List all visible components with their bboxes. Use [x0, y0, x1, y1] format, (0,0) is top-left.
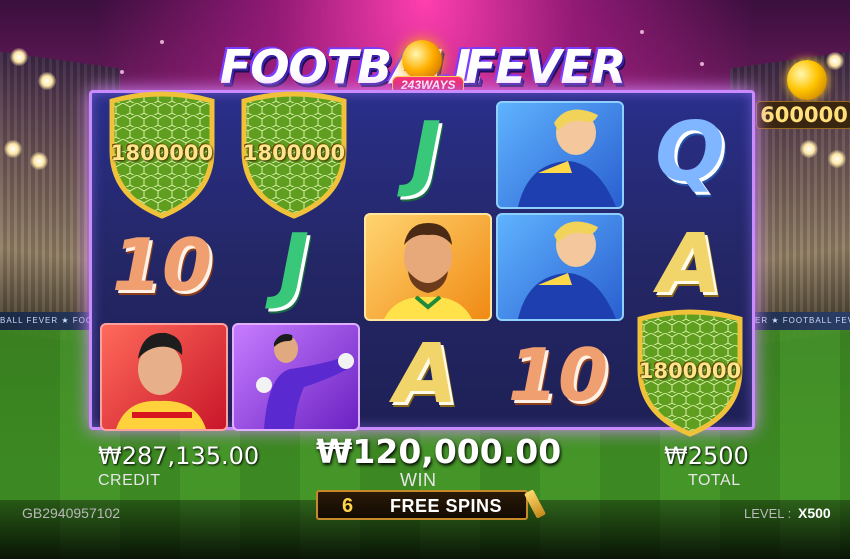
session-id: GB2940957102 — [22, 505, 121, 521]
free-spins-label: FREE SPINS — [390, 496, 503, 516]
stadium-light — [826, 52, 844, 70]
reel-cell-player-orange — [360, 209, 492, 321]
logo-word-fever: FEVER — [465, 40, 626, 94]
reel-cell-j: J — [228, 209, 360, 321]
shield-value: 1800000 — [638, 359, 742, 383]
free-spins-count: 6 — [342, 495, 354, 517]
reel-cell-player-purple — [228, 319, 360, 431]
reel-cell-j: J — [360, 97, 492, 209]
symbol-a: A — [394, 327, 458, 422]
reel-cell-player-red — [96, 319, 228, 431]
reel-cell-q: Q — [624, 97, 756, 209]
player-blue-icon — [518, 221, 616, 319]
total-bet-value[interactable]: ₩2500 — [664, 442, 749, 470]
player-blue-icon — [518, 109, 616, 207]
goalkeeper-icon — [256, 334, 354, 429]
stadium-light — [10, 48, 28, 66]
reel-cell-a: A — [624, 209, 756, 321]
reel-cell-player-blue — [492, 97, 624, 209]
credit-label: CREDIT — [98, 472, 161, 489]
shield-value: 1800000 — [110, 141, 214, 165]
reel-cell-player-blue — [492, 209, 624, 321]
game-logo: FOOTBALL FEVER 243WAYS — [210, 36, 626, 96]
player-blue-card — [496, 101, 624, 209]
level-value: X500 — [798, 505, 831, 521]
jackpot-value: 600000 — [756, 101, 850, 129]
reel-cell-ten: 10 — [96, 209, 228, 321]
reel-cell-a: A — [360, 319, 492, 431]
symbol-a: A — [658, 217, 722, 312]
player-red-card — [100, 323, 228, 431]
reel-cell-shield: 1800000 — [228, 91, 360, 219]
level-label: LEVEL : — [744, 506, 792, 521]
sparkle — [120, 70, 124, 74]
symbol-ten: 10 — [111, 223, 213, 307]
reel-cell-ten: 10 — [492, 319, 624, 431]
stadium-light — [4, 140, 22, 158]
total-bet-label: TOTAL — [688, 472, 741, 489]
symbol-j: J — [410, 105, 442, 200]
credit-value: ₩287,135.00 — [98, 442, 260, 470]
shield-value: 1800000 — [242, 141, 346, 165]
win-value: ₩120,000.00 — [316, 432, 562, 471]
symbol-ten: 10 — [507, 333, 609, 417]
player-red-icon — [116, 332, 206, 429]
reel-grid: 1800000 1800000 J Q 10 J A A 10 1800000 — [89, 90, 756, 437]
sparkle — [160, 40, 164, 44]
symbol-q: Q — [655, 105, 725, 200]
stadium-light — [800, 140, 818, 158]
player-purple-card — [232, 323, 360, 431]
sparkle — [640, 30, 644, 34]
game-screen: BALL FEVER ★ FOOTBALL FEVER ★ FOOTBALL B… — [0, 0, 850, 559]
win-label: WIN — [400, 470, 437, 490]
player-blue-card — [496, 213, 624, 321]
gold-ball-icon — [787, 60, 827, 100]
free-spins-panel: 6 FREE SPINS — [316, 490, 528, 520]
stadium-light — [38, 72, 56, 90]
symbol-j: J — [278, 217, 310, 312]
reel-cell-shield: 1800000 — [624, 309, 756, 437]
football-icon — [402, 40, 442, 80]
player-orange-icon — [384, 223, 472, 319]
reel-cell-shield: 1800000 — [96, 91, 228, 219]
stadium-light — [30, 152, 48, 170]
player-orange-card — [364, 213, 492, 321]
stadium-light — [828, 150, 846, 168]
sparkle — [700, 62, 704, 66]
